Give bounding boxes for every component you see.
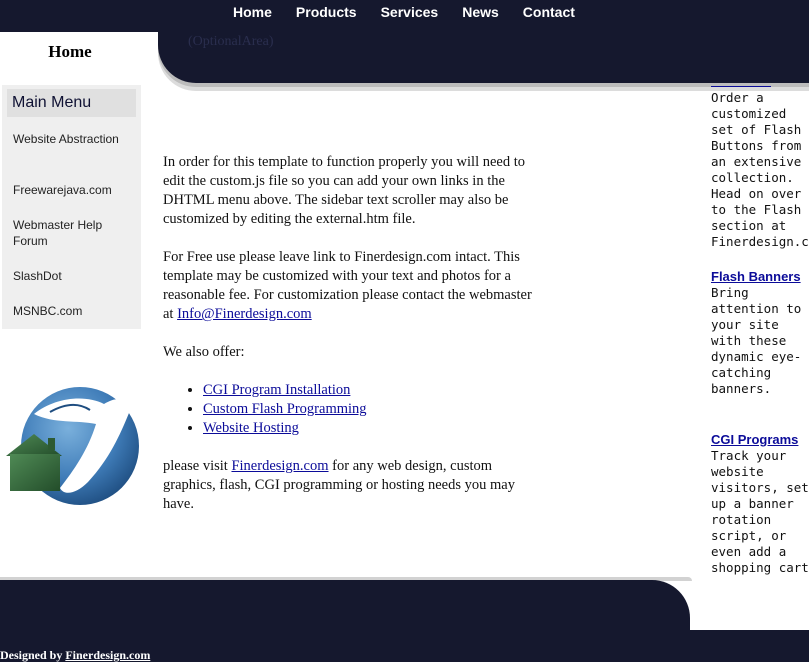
main-menu-title: Main Menu [7,89,136,117]
footer-credit: Designed by Finerdesign.com [0,648,150,663]
website-hosting-link[interactable]: Website Hosting [203,420,299,436]
footer-finerdesign-link[interactable]: Finerdesign.com [65,648,150,662]
scroller-flash-buttons-text: Order a customized set of Flash Buttons … [711,90,809,249]
site-logo [6,387,139,505]
offer-heading: We also offer: [163,344,245,360]
scroller-block-cgi-programs: CGI Programs Track your website visitors… [711,432,809,576]
nav-home-link[interactable]: Home [233,4,272,20]
top-navigation: Home Products Services News Contact [221,4,587,20]
nav-contact-link[interactable]: Contact [523,4,575,20]
visit-pre-text: please visit [163,458,232,474]
free-use-paragraph: For Free use please leave link to Finerd… [163,248,533,324]
main-menu-panel: Main Menu Website Abstraction Freewareja… [2,85,141,329]
list-item: Custom Flash Programming [203,400,533,419]
scroller-cgi-programs-text: Track your website visitors, set up a ba… [711,448,809,575]
scroller-block-flash-banners: Flash Banners Bring attention to your si… [711,269,809,397]
nav-products-link[interactable]: Products [296,4,357,20]
finerdesign-link[interactable]: Finerdesign.com [231,458,328,474]
scroller-cgi-programs-link[interactable]: CGI Programs [711,432,809,448]
scroller-flash-banners-link[interactable]: Flash Banners [711,269,809,285]
footer-credit-prefix: Designed by [0,648,66,662]
main-content: In order for this template to function p… [163,153,533,533]
home-tab-label[interactable]: Home [0,42,140,62]
nav-news-link[interactable]: News [462,4,499,20]
optional-area-text: (OptionalArea) [188,34,274,49]
sidebar-text-scroller[interactable]: Order a customized set of Flash Buttons … [711,82,809,582]
sidebar-item-webmaster-help-forum[interactable]: Webmaster Help Forum [13,217,133,249]
list-item: CGI Program Installation [203,381,533,400]
list-item: Website Hosting [203,419,533,438]
sidebar-item-website-abstraction[interactable]: Website Abstraction [13,131,133,147]
sidebar-item-slashdot[interactable]: SlashDot [13,268,133,284]
sidebar-item-freewarejava[interactable]: Freewarejava.com [13,182,133,198]
nav-services-link[interactable]: Services [381,4,439,20]
intro-paragraph: In order for this template to function p… [163,154,526,227]
scroller-flash-banners-text: Bring attention to your site with these … [711,285,802,396]
scroller-block-flash-buttons: Order a customized set of Flash Buttons … [711,90,809,250]
email-link[interactable]: Info@Finerdesign.com [177,306,312,322]
offer-list: CGI Program Installation Custom Flash Pr… [163,381,533,438]
sidebar-item-msnbc[interactable]: MSNBC.com [13,303,133,319]
cgi-installation-link[interactable]: CGI Program Installation [203,382,350,398]
custom-flash-link[interactable]: Custom Flash Programming [203,401,367,417]
visit-paragraph: please visit Finerdesign.com for any web… [163,457,533,514]
